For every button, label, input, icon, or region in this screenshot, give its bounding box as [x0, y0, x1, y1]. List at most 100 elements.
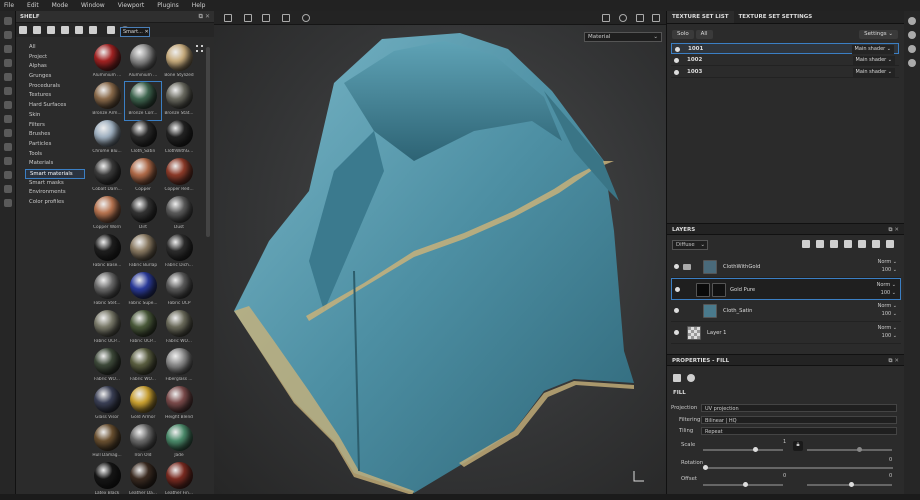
menu-item[interactable]: Edit: [27, 2, 39, 9]
shader-select[interactable]: Main shader ⌄: [851, 45, 894, 54]
material-thumbnail[interactable]: Fabric WO...: [161, 310, 197, 348]
add-folder-icon[interactable]: [858, 240, 866, 248]
layer-blend[interactable]: Norm ⌄ 100 ⌄: [878, 258, 897, 274]
menu-item[interactable]: File: [4, 2, 14, 9]
material-thumbnail[interactable]: Copper: [125, 158, 161, 196]
shelf-category[interactable]: Color profiles: [25, 198, 85, 208]
offset-slider-v[interactable]: [807, 482, 892, 487]
panel-controls-icon[interactable]: ⧉ ✕: [889, 224, 899, 236]
material-thumbnail[interactable]: Iron Old: [125, 424, 161, 462]
bake-icon[interactable]: [4, 129, 12, 137]
shelf-category[interactable]: Textures: [25, 91, 85, 101]
grid-view-icon[interactable]: [47, 26, 55, 34]
fill-tab-icon[interactable]: [673, 374, 681, 382]
visibility-icon[interactable]: [674, 70, 679, 75]
add-mask-icon[interactable]: [816, 240, 824, 248]
shelf-category[interactable]: Procedurals: [25, 82, 85, 92]
material-thumbnail[interactable]: ClothWithG...: [161, 120, 197, 158]
add-paint-layer-icon[interactable]: [830, 240, 838, 248]
material-thumbnail[interactable]: Fabric Dich...: [161, 234, 197, 272]
shelf-category[interactable]: Materials: [25, 159, 85, 169]
paint-brush-icon[interactable]: [4, 17, 12, 25]
filtering-select[interactable]: Bilinear | HQ: [701, 416, 897, 424]
all-button[interactable]: All: [695, 30, 713, 39]
shelf-category[interactable]: Filters: [25, 121, 85, 131]
material-thumbnail[interactable]: Copper Worn: [89, 196, 125, 234]
shelf-category[interactable]: Environments: [25, 188, 85, 198]
solo-button[interactable]: Solo: [672, 30, 694, 39]
material-thumbnail[interactable]: Fiberglass ...: [161, 348, 197, 386]
layer-row[interactable]: ClothWithGold Norm ⌄ 100 ⌄: [671, 256, 901, 278]
projection-icon[interactable]: [4, 45, 12, 53]
filter-icon[interactable]: [107, 26, 115, 34]
environment-icon[interactable]: [908, 31, 916, 39]
material-thumbnail[interactable]: Fabric WO...: [89, 348, 125, 386]
texture-set-row[interactable]: 1003 Main shader ⌄: [671, 67, 899, 78]
shelf-category[interactable]: Grunges: [25, 72, 85, 82]
material-tab-icon[interactable]: [687, 374, 695, 382]
visibility-icon[interactable]: [675, 287, 680, 292]
material-thumbnail[interactable]: Bronze Arm...: [89, 82, 125, 120]
scale-knob[interactable]: [753, 447, 758, 452]
menu-item[interactable]: Window: [81, 2, 105, 9]
material-thumbnail[interactable]: Aluminium ...: [89, 44, 125, 82]
visibility-icon[interactable]: [674, 264, 679, 269]
hide-icon[interactable]: [75, 26, 83, 34]
color-picker-icon[interactable]: [4, 101, 12, 109]
scale-slider[interactable]: [703, 447, 783, 452]
shelf-category[interactable]: Skin: [25, 111, 85, 121]
geometry-fill-icon[interactable]: [4, 59, 12, 67]
add-effect-icon[interactable]: [802, 240, 810, 248]
shelf-category[interactable]: Particles: [25, 140, 85, 150]
material-thumbnail[interactable]: Cobalt Dam...: [89, 158, 125, 196]
shader-select[interactable]: Main shader ⌄: [852, 68, 895, 77]
material-thumbnail[interactable]: Gold Armor: [125, 386, 161, 424]
shelf-scrollbar[interactable]: [206, 47, 210, 237]
channel-select[interactable]: Diffuse ⌄: [672, 240, 708, 250]
log-icon[interactable]: [4, 185, 12, 193]
scale-knob-secondary[interactable]: [857, 447, 862, 452]
texture-set-row[interactable]: 1002 Main shader ⌄: [671, 55, 899, 66]
material-thumbnail[interactable]: Fabric Base...: [89, 234, 125, 272]
visibility-icon[interactable]: [674, 308, 679, 313]
3d-viewport[interactable]: Material ⌄: [214, 11, 666, 494]
layer-row[interactable]: Layer 1 Norm ⌄ 100 ⌄: [671, 322, 901, 344]
material-thumbnail[interactable]: Dirt: [125, 196, 161, 234]
material-thumbnail[interactable]: Jade: [161, 424, 197, 462]
smudge-icon[interactable]: [4, 73, 12, 81]
display-settings-icon[interactable]: [908, 45, 916, 53]
layers-panel-icon[interactable]: [908, 17, 916, 25]
folder-icon[interactable]: [19, 26, 27, 34]
layer-blend[interactable]: Norm ⌄ 100 ⌄: [877, 281, 896, 297]
material-thumbnail[interactable]: Fabric WO...: [125, 348, 161, 386]
shelf-category[interactable]: Hard Surfaces: [25, 101, 85, 111]
layer-blend[interactable]: Norm ⌄ 100 ⌄: [878, 324, 897, 340]
import-icon[interactable]: [89, 26, 97, 34]
shelf-category[interactable]: Brushes: [25, 130, 85, 140]
material-thumbnail[interactable]: Fabric Burlap: [125, 234, 161, 272]
material-thumbnail[interactable]: Dust: [161, 196, 197, 234]
material-thumbnail[interactable]: Fabric Supe...: [125, 272, 161, 310]
copy-icon[interactable]: [61, 26, 69, 34]
tab-texture-set-settings[interactable]: TEXTURE SET SETTINGS: [734, 11, 818, 23]
material-thumbnail[interactable]: Bone Stylized: [161, 44, 197, 82]
visibility-icon[interactable]: [675, 47, 680, 52]
shelf-category[interactable]: Project: [25, 53, 85, 63]
new-folder-icon[interactable]: [33, 26, 41, 34]
rotation-knob[interactable]: [703, 465, 708, 470]
material-thumbnail[interactable]: Cloth_Satin: [125, 120, 161, 158]
layer-row[interactable]: Gold Pure Norm ⌄ 100 ⌄: [671, 278, 901, 300]
camera-icon[interactable]: [4, 157, 12, 165]
add-fill-layer-icon[interactable]: [844, 240, 852, 248]
shelf-category[interactable]: Smart masks: [25, 179, 85, 189]
shelf-category[interactable]: Alphas: [25, 62, 85, 72]
material-thumbnail[interactable]: Copper Red...: [161, 158, 197, 196]
material-thumbnail[interactable]: Leather Fin...: [161, 462, 197, 500]
menu-item[interactable]: Viewport: [118, 2, 145, 9]
visibility-icon[interactable]: [674, 330, 679, 335]
material-thumbnail[interactable]: Hull Damag...: [89, 424, 125, 462]
shelf-search-input[interactable]: Smart... ✕: [120, 27, 150, 37]
material-thumbnail[interactable]: Glass Visor: [89, 386, 125, 424]
menu-item[interactable]: Mode: [52, 2, 68, 9]
lock-icon[interactable]: [4, 143, 12, 151]
